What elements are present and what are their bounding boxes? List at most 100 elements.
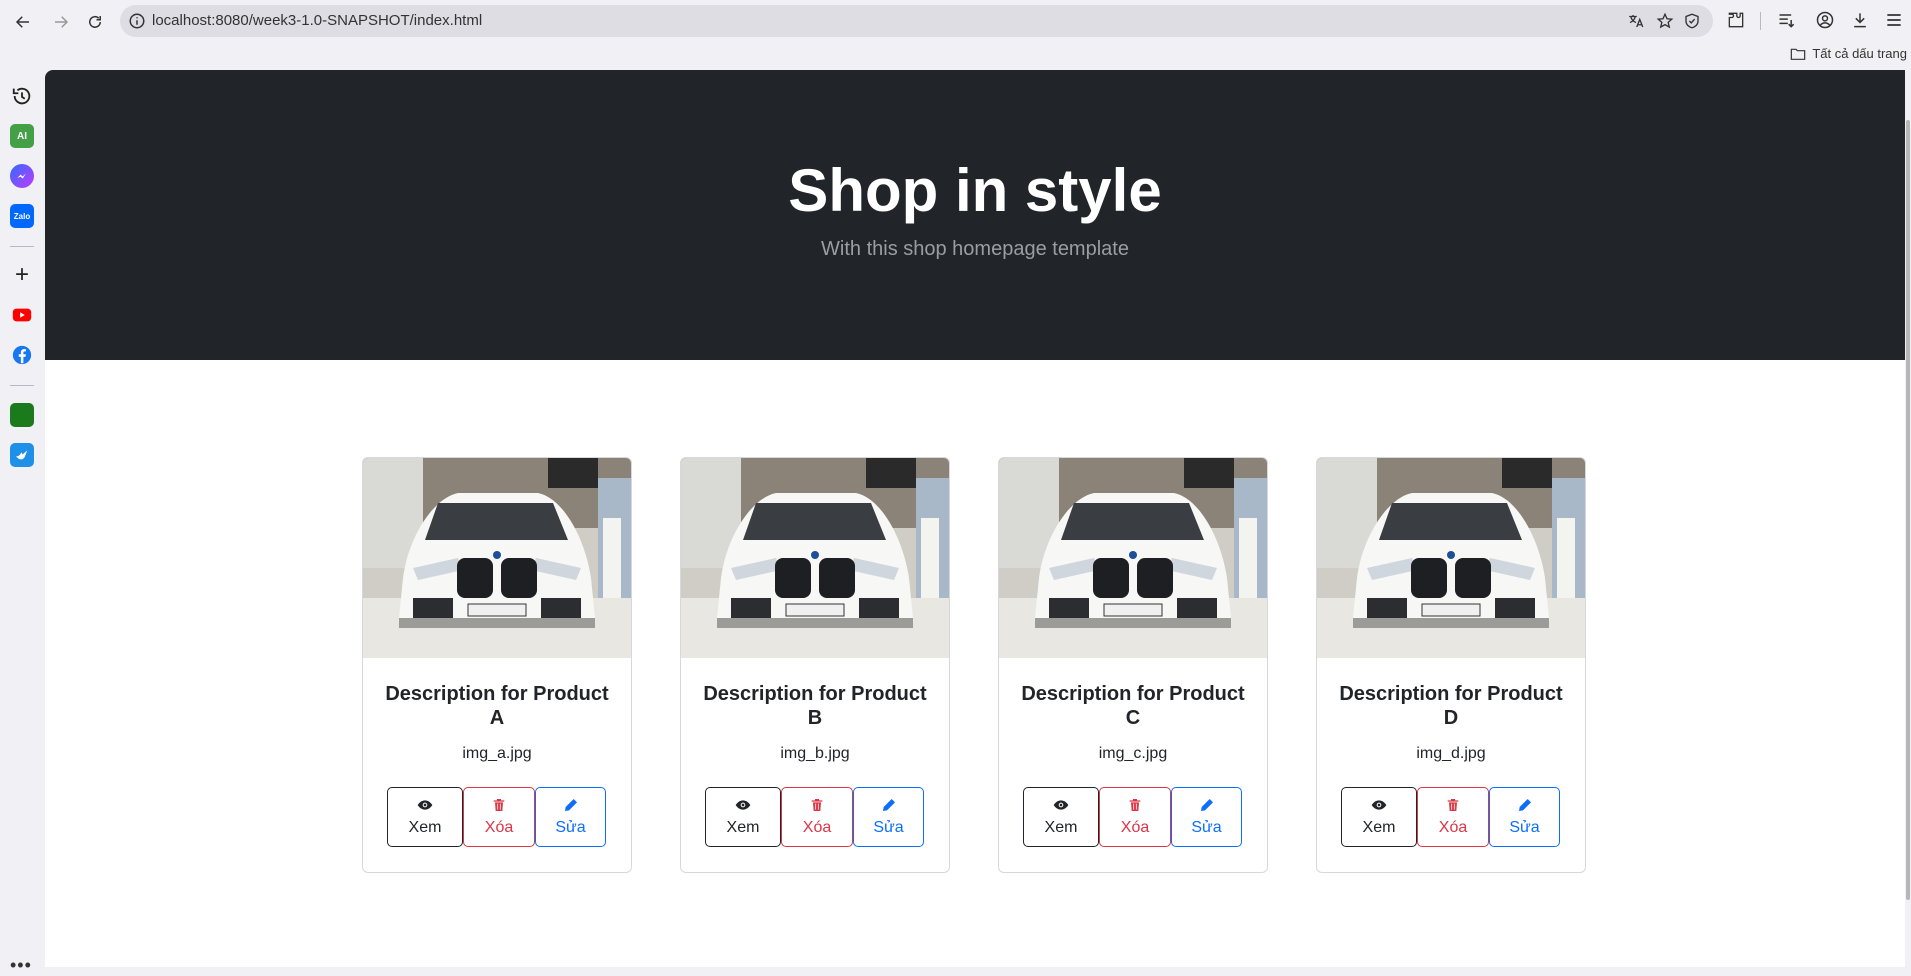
product-filename: img_b.jpg [780, 745, 850, 762]
trash-icon [493, 799, 505, 811]
product-image[interactable] [681, 458, 949, 658]
edit-label: Sửa [555, 819, 586, 836]
view-button[interactable]: Xem [387, 787, 463, 847]
product-card: Description for Product C img_c.jpg Xem … [998, 457, 1268, 873]
site-info-icon[interactable] [128, 12, 146, 30]
trash-icon [811, 799, 823, 811]
bookmarks-bar: Tất cả dấu trang [0, 42, 1911, 70]
product-image[interactable] [1317, 458, 1585, 658]
menu-icon[interactable] [1884, 10, 1904, 30]
product-title: Description for Product A [385, 683, 609, 729]
add-icon[interactable]: + [10, 261, 34, 288]
edit-button[interactable]: Sửa [1171, 787, 1242, 847]
delete-label: Xóa [802, 819, 832, 836]
trash-icon [1447, 799, 1459, 811]
pencil-icon [564, 799, 577, 811]
ai-app-icon[interactable]: AI [10, 124, 34, 148]
all-bookmarks-folder[interactable]: Tất cả dấu trang [1790, 46, 1907, 61]
product-actions: Xem Xóa Sửa [1023, 787, 1242, 847]
browser-toolbar: localhost:8080/week3-1.0-SNAPSHOT/index.… [0, 0, 1911, 42]
product-grid: Description for Product A img_a.jpg Xem … [362, 457, 1586, 873]
back-button[interactable] [10, 9, 36, 35]
forward-button[interactable] [48, 9, 74, 35]
view-label: Xem [726, 819, 760, 836]
hero-header: Shop in style With this shop homepage te… [45, 70, 1905, 360]
view-button[interactable]: Xem [705, 787, 781, 847]
delete-label: Xóa [484, 819, 514, 836]
app-green-icon[interactable] [10, 403, 34, 427]
app-blue-bird-icon[interactable] [10, 443, 34, 467]
address-bar[interactable]: localhost:8080/week3-1.0-SNAPSHOT/index.… [120, 5, 1713, 37]
product-filename: img_a.jpg [462, 745, 532, 762]
url-text[interactable]: localhost:8080/week3-1.0-SNAPSHOT/index.… [152, 12, 482, 29]
product-image[interactable] [999, 458, 1267, 658]
folder-icon [1791, 48, 1806, 60]
side-divider [10, 385, 34, 386]
youtube-icon[interactable] [10, 303, 34, 327]
view-label: Xem [408, 819, 442, 836]
arrow-left-icon [15, 16, 29, 28]
arrow-right-icon [55, 16, 69, 28]
download-icon[interactable] [1850, 10, 1870, 30]
toolbar-divider [1760, 12, 1761, 30]
facebook-icon[interactable] [10, 343, 34, 367]
extensions-icon[interactable] [1726, 10, 1746, 30]
ai-app-label: AI [17, 130, 27, 142]
product-filename: img_c.jpg [1098, 745, 1168, 762]
edit-label: Sửa [1509, 819, 1540, 836]
product-title: Description for Product C [1021, 683, 1245, 729]
view-label: Xem [1044, 819, 1078, 836]
view-button[interactable]: Xem [1023, 787, 1099, 847]
zalo-icon[interactable]: Zalo [10, 204, 34, 228]
history-icon[interactable] [10, 84, 34, 108]
profile-icon[interactable] [1815, 10, 1835, 30]
shield-icon[interactable] [1683, 12, 1701, 30]
eye-icon [735, 800, 751, 810]
delete-button[interactable]: Xóa [1417, 787, 1489, 847]
product-actions: Xem Xóa Sửa [705, 787, 924, 847]
eye-icon [1371, 800, 1387, 810]
delete-button[interactable]: Xóa [463, 787, 535, 847]
product-card: Description for Product D img_d.jpg Xem … [1316, 457, 1586, 873]
scrollbar-thumb[interactable] [1906, 120, 1910, 900]
product-actions: Xem Xóa Sửa [1341, 787, 1560, 847]
pencil-icon [1518, 799, 1531, 811]
edit-button[interactable]: Sửa [1489, 787, 1560, 847]
translate-icon[interactable] [1627, 12, 1645, 30]
eye-icon [1053, 800, 1069, 810]
delete-button[interactable]: Xóa [781, 787, 853, 847]
delete-label: Xóa [1120, 819, 1150, 836]
messenger-icon[interactable] [10, 164, 34, 188]
page-scrollbar[interactable] [1905, 70, 1911, 967]
edit-label: Sửa [873, 819, 904, 836]
product-card: Description for Product A img_a.jpg Xem … [362, 457, 632, 873]
product-actions: Xem Xóa Sửa [387, 787, 606, 847]
all-bookmarks-label[interactable]: Tất cả dấu trang [1812, 46, 1907, 61]
product-filename: img_d.jpg [1416, 745, 1486, 762]
product-image[interactable] [363, 458, 631, 658]
edit-label: Sửa [1191, 819, 1222, 836]
view-label: Xem [1362, 819, 1396, 836]
reading-list-icon[interactable] [1777, 10, 1797, 30]
pencil-icon [882, 799, 895, 811]
bookmark-star-icon[interactable] [1656, 12, 1674, 30]
trash-icon [1129, 799, 1141, 811]
hero-subtitle: With this shop homepage template [821, 238, 1129, 260]
delete-label: Xóa [1438, 819, 1468, 836]
edit-button[interactable]: Sửa [535, 787, 606, 847]
delete-button[interactable]: Xóa [1099, 787, 1171, 847]
product-title: Description for Product B [703, 683, 927, 729]
more-icon[interactable]: ••• [10, 955, 32, 976]
page-viewport: Shop in style With this shop homepage te… [45, 70, 1905, 967]
side-panel: AI Zalo + ••• [0, 70, 45, 975]
pencil-icon [1200, 799, 1213, 811]
hero-title: Shop in style [788, 157, 1162, 224]
view-button[interactable]: Xem [1341, 787, 1417, 847]
reload-button[interactable] [82, 9, 108, 35]
edit-button[interactable]: Sửa [853, 787, 924, 847]
product-title: Description for Product D [1339, 683, 1563, 729]
eye-icon [417, 800, 433, 810]
reload-icon [89, 15, 101, 28]
zalo-label: Zalo [13, 211, 31, 221]
side-divider [10, 246, 34, 247]
